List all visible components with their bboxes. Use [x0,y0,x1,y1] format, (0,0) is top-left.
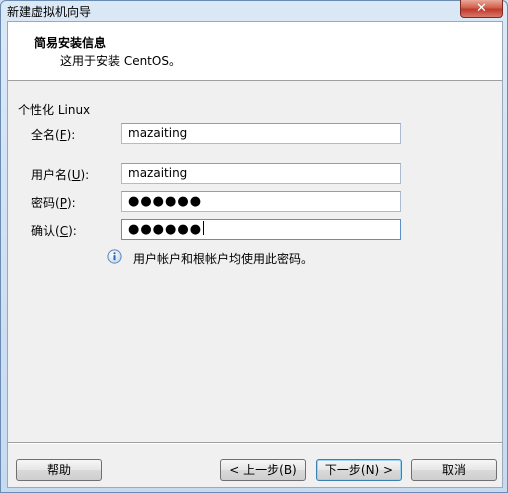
info-icon [107,249,122,264]
help-button[interactable]: 帮助 [16,459,102,481]
wizard-window: 新建虚拟机向导 ✕ 简易安装信息 这用于安装 CentOS。 个性化 Linux… [0,0,508,493]
password-label: 密码(P): [31,196,76,210]
section-label-personalize: 个性化 Linux [18,103,91,117]
next-button[interactable]: 下一步(N) > [316,459,402,481]
title-bar[interactable]: 新建虚拟机向导 ✕ [1,0,507,21]
footer-divider [8,442,502,444]
wizard-body: 简易安装信息 这用于安装 CentOS。 个性化 Linux 全名(F): ma… [7,21,503,488]
page-subtitle: 这用于安装 CentOS。 [60,54,181,68]
text-caret [203,221,205,235]
full-name-label: 全名(F): [31,128,76,142]
back-button[interactable]: < 上一步(B) [220,459,306,481]
confirm-password-label: 确认(C): [31,224,77,238]
password-info-text: 用户帐户和根帐户均使用此密码。 [133,252,314,266]
cancel-button[interactable]: 取消 [411,459,497,481]
password-field[interactable]: ●●●●●● [121,191,401,212]
username-field[interactable]: mazaiting [121,163,401,184]
close-button[interactable]: ✕ [460,0,503,18]
full-name-field[interactable]: mazaiting [121,123,401,144]
wizard-header: 简易安装信息 这用于安装 CentOS。 [8,22,502,81]
page-title: 简易安装信息 [34,36,107,50]
close-icon: ✕ [476,1,487,16]
username-label: 用户名(U): [31,168,90,182]
confirm-password-field[interactable]: ●●●●●● [121,219,401,240]
window-title: 新建虚拟机向导 [7,5,92,19]
